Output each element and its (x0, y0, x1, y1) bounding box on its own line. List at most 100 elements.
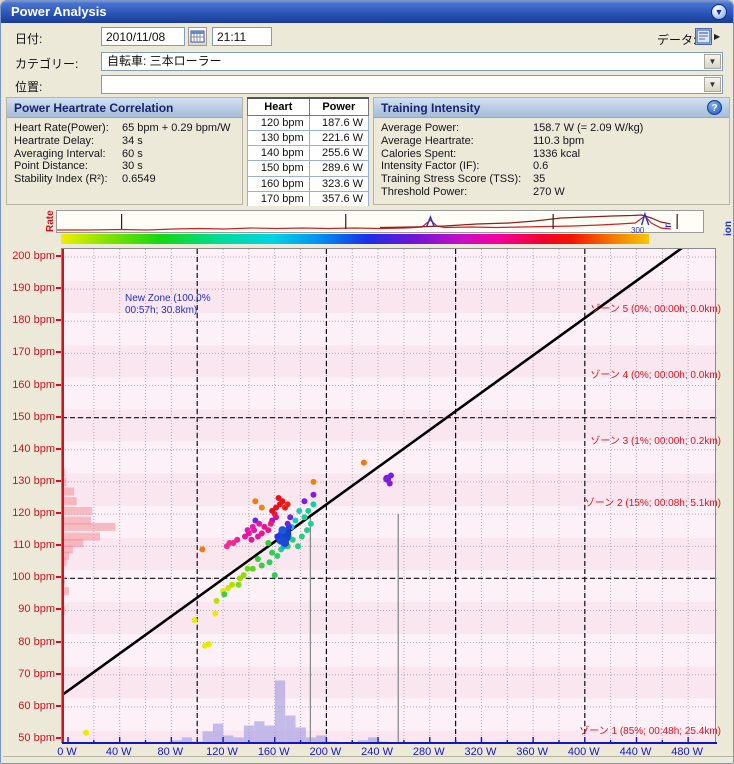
overview-strip-chart[interactable] (56, 210, 704, 233)
category-combobox[interactable]: 自転車: 三本ローラー ▼ (101, 52, 723, 71)
strip-right-axis-title: r (663, 224, 674, 228)
metric-row: Training Stress Score (TSS): 35 (381, 173, 729, 186)
table-header-cell: Heart (247, 97, 310, 116)
rollup-button[interactable]: ▼ (711, 4, 727, 20)
table-cell: 120 bpm (247, 114, 310, 131)
title-bar[interactable]: Power Analysis ▼ (1, 1, 733, 23)
metric-row: Threshold Power: 270 W (381, 186, 729, 199)
table-cell: 160 bpm (247, 175, 310, 192)
metric-label: Intensity Factor (IF): (381, 160, 480, 173)
position-combobox[interactable]: ▼ (101, 75, 723, 94)
scatter-point (199, 546, 206, 553)
scatter-point (310, 501, 317, 508)
zone-label[interactable]: ゾーン 3 (1%; 00:00h; 0.2km) (590, 432, 721, 447)
metric-row: Average Power: 158.7 W (= 2.09 W/kg) (381, 122, 729, 135)
scatter-point (310, 491, 317, 498)
metric-value: 65 bpm + 0.29 bpm/W (122, 122, 231, 134)
new-zone-annotation: New Zone (100.0% 00:57h; 30.8km) (125, 293, 211, 317)
scatter-point (265, 527, 272, 534)
zone-label[interactable]: ゾーン 4 (0%; 00:00h; 0.0km) (590, 366, 721, 381)
category-dropdown-arrow[interactable]: ▼ (704, 54, 721, 69)
table-header-cell: Power (308, 97, 370, 116)
correlation-panel: Power Heartrate Correlation Heart Rate(P… (6, 97, 243, 205)
scatter-point (271, 572, 278, 579)
metric-label: Average Power: (381, 122, 460, 134)
power-histogram-bar (212, 723, 224, 744)
power-histogram-bar (264, 725, 275, 744)
zone-label[interactable]: ゾーン 5 (0%; 00:00h; 0.0km) (590, 300, 721, 315)
zone-label[interactable]: ゾーン 2 (15%; 00:08h; 5.1km) (585, 494, 721, 509)
scatter-point (191, 617, 198, 624)
table-header-row: Heart Power (247, 97, 370, 116)
y-axis-tick-label: 120 bpm (12, 507, 55, 520)
y-axis-tick (56, 479, 61, 482)
table-row: 140 bpm 255.6 W (247, 144, 370, 162)
scatter-point (265, 539, 272, 546)
y-axis-tick-label: 200 bpm (12, 250, 55, 262)
table-cell: 170 bpm (247, 190, 310, 208)
data-label: データ: (657, 33, 697, 47)
hr-power-table-head: Heart Power (247, 97, 370, 116)
scatter-point (307, 520, 314, 527)
metric-row: Calories Spent: 1336 kcal (381, 148, 729, 161)
y-axis-tick (56, 415, 61, 418)
y-axis-tick (56, 255, 61, 257)
scatter-point (287, 514, 294, 521)
scatter-point (266, 559, 273, 566)
scatter-point (267, 520, 274, 527)
time-colorbar (61, 234, 649, 244)
table-row: 150 bpm 289.6 W (247, 160, 370, 177)
y-axis-tick-label: 170 bpm (12, 346, 55, 359)
new-zone-line1: New Zone (100.0% (125, 293, 211, 304)
scatter-point (213, 597, 220, 604)
hr-power-table-body: 120 bpm 187.6 W 130 bpm 221.6 W 140 bpm 255.6… (247, 114, 370, 208)
scatter-point (229, 581, 236, 588)
intensity-panel-header: Training Intensity ? (374, 98, 729, 118)
scatter-point (244, 527, 251, 534)
category-value: 自転車: 三本ローラー (107, 54, 222, 68)
scatter-point (281, 538, 290, 547)
calendar-icon (190, 30, 205, 43)
intensity-rows: Average Power: 158.7 W (= 2.09 W/kg) Avera… (374, 118, 729, 199)
correlation-panel-header: Power Heartrate Correlation (7, 98, 242, 118)
data-expand-arrow-icon[interactable]: ▶ (714, 32, 720, 41)
chevron-down-icon: ▼ (708, 80, 717, 89)
scatter-point (240, 572, 247, 579)
zone-label[interactable]: ゾーン 1 (85%; 00:48h; 25.4km) (579, 722, 721, 737)
scatter-point (256, 520, 263, 527)
y-axis-tick (56, 576, 61, 579)
y-axis-tick-label: 140 bpm (12, 442, 55, 455)
metric-value: 30 s (122, 160, 143, 173)
calendar-button[interactable] (188, 27, 207, 46)
y-axis-tick-label: 90 bpm (18, 603, 55, 616)
table-row: 170 bpm 357.6 W (247, 190, 370, 208)
y-axis-tick-label: 50 bpm (18, 731, 55, 744)
chevron-down-icon: ▼ (714, 7, 724, 17)
scatter-point (205, 641, 212, 648)
table-row: 120 bpm 187.6 W (247, 114, 370, 131)
new-zone-line2: 00:57h; 30.8km) (125, 305, 198, 316)
scatter-point (252, 498, 259, 505)
metric-row: Intensity Factor (IF): 0.6 (381, 160, 729, 173)
metric-value: 110.3 bpm (533, 134, 585, 147)
date-input[interactable]: 2010/11/08 (101, 27, 185, 46)
chevron-down-icon: ▼ (708, 57, 717, 66)
hr-histogram-bar (62, 497, 77, 506)
metric-label: Point Distance: (14, 160, 88, 173)
position-dropdown-arrow[interactable]: ▼ (704, 77, 721, 92)
help-button[interactable]: ? (707, 100, 722, 115)
strip-line (57, 215, 671, 231)
margin-rotated-label: ion (723, 221, 734, 236)
y-axis-tick-label: 100 bpm (12, 571, 55, 584)
data-report-button[interactable] (695, 28, 712, 45)
table-cell: 150 bpm (247, 160, 310, 177)
metric-row: Heartrate Delay: 34 s (14, 135, 242, 148)
y-axis-tick (56, 447, 61, 450)
table-cell: 255.6 W (308, 144, 370, 162)
scatter-point (254, 556, 261, 563)
time-input[interactable]: 21:11 (212, 27, 272, 46)
scatter-point (269, 549, 276, 556)
scatter-point (292, 517, 299, 524)
table-cell: 140 bpm (247, 144, 310, 162)
scatter-point (249, 565, 256, 572)
